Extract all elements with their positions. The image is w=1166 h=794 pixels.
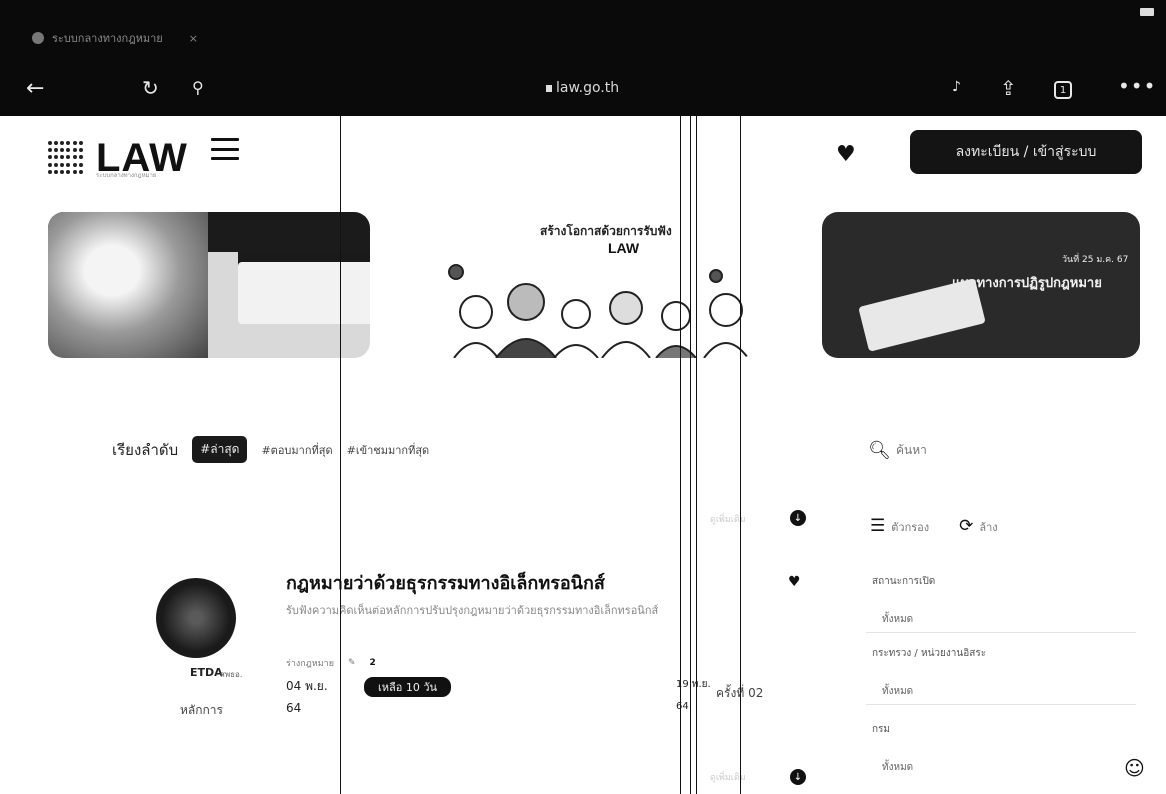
banner-2[interactable]: สร้างโอกาสด้วยการรับฟัง LAW: [436, 212, 756, 358]
menu-icon[interactable]: [211, 138, 239, 160]
sort-latest[interactable]: #ล่าสุด: [192, 436, 248, 463]
filter-department-label: กรม: [872, 724, 891, 735]
crowd-illustration: [448, 264, 749, 358]
sort-bar: เรียงลำดับ #ล่าสุด #ตอบมากที่สุด #เข้าชม…: [112, 436, 429, 463]
expand-icon-2[interactable]: ↓: [790, 769, 806, 785]
share-icon[interactable]: ⇪: [1000, 78, 1017, 98]
draft-count: 2: [369, 658, 376, 668]
open-year: 64: [286, 701, 302, 715]
principles-label: หลักการ: [180, 703, 223, 717]
draft-icon: ✎: [347, 658, 356, 668]
banner-2-title: สร้างโอกาสด้วยการรับฟัง: [540, 224, 672, 238]
url-text: law.go.th: [556, 80, 620, 96]
card-description: รับฟังความคิดเห็นต่อหลักการปรับปรุงกฎหมา…: [286, 604, 659, 617]
back-icon[interactable]: ←: [26, 78, 44, 100]
banner-3-badge: วันที่ 25 ม.ค. 67: [1062, 255, 1129, 265]
filter-row: ☰ ตัวกรอง ⟳ ล้าง: [870, 516, 998, 536]
browser-chrome: ระบบกลางทางกฎหมาย × ← ↻ ⚲ law.go.th ♪ ⇪ …: [0, 0, 1166, 116]
lock-icon: [546, 84, 552, 92]
search-icon[interactable]: 🔍︎: [868, 440, 891, 461]
open-date: 04 พ.ย.: [286, 679, 328, 693]
org-logo: ETDA: [190, 666, 223, 679]
search-input[interactable]: [896, 438, 1136, 462]
brand-tagline: ระบบกลางทางกฎหมาย: [96, 172, 157, 179]
site-logo[interactable]: LAW ระบบกลางทางกฎหมาย: [48, 136, 188, 181]
status-bar: [0, 0, 1166, 24]
filter-icon: ☰: [870, 516, 886, 536]
tab-title: ระบบกลางทางกฎหมาย: [52, 32, 163, 45]
reload-icon[interactable]: ↻: [142, 78, 159, 98]
tabs-icon[interactable]: 1: [1054, 81, 1072, 99]
banner-3[interactable]: วันที่ 25 ม.ค. 67 แนวทางการปฏิรูปกฎหมาย: [822, 212, 1140, 358]
sort-most-replies[interactable]: #ตอบมากที่สุด: [261, 441, 332, 459]
expand-icon[interactable]: ↓: [790, 510, 806, 526]
battery-icon: [1140, 8, 1154, 16]
browser-tab[interactable]: ระบบกลางทางกฎหมาย ×: [0, 24, 1166, 52]
banner-1[interactable]: [48, 212, 370, 358]
banner-1-text: [238, 262, 370, 324]
card-title[interactable]: กฎหมายว่าด้วยธุรกรรมทางอิเล็กทรอนิกส์: [286, 568, 605, 597]
banner-2-logo: LAW: [608, 240, 640, 256]
chat-icon[interactable]: ☺: [1124, 756, 1145, 780]
card-meta: ร่างกฎหมาย ✎ 2: [286, 656, 376, 670]
clear-button[interactable]: ⟳ ล้าง: [959, 516, 998, 536]
close-year: 64: [676, 701, 689, 712]
document-illustration: [858, 278, 986, 352]
deadline-badge: เหลือ 10 วัน: [364, 677, 452, 697]
translate-icon[interactable]: ⚲: [192, 80, 204, 96]
org-name: สพธอ.: [220, 670, 243, 679]
sort-most-views[interactable]: #เข้าชมมากที่สุด: [347, 441, 430, 459]
draft-label: ร่างกฎหมาย: [286, 659, 334, 669]
tab-close-icon[interactable]: ×: [189, 32, 198, 45]
more-icon[interactable]: •••: [1118, 76, 1156, 96]
refresh-icon: ⟳: [959, 516, 974, 536]
filter-ministry-label: กระทรวง / หน่วยงานอิสระ: [872, 648, 987, 659]
url-bar[interactable]: law.go.th: [546, 80, 619, 96]
banner-illustration: [48, 212, 208, 358]
favicon-icon: [32, 32, 44, 44]
org-avatar[interactable]: [156, 578, 236, 658]
filter-ministry-select[interactable]: ทั้งหมด: [872, 684, 913, 699]
browser-nav-bar: ← ↻ ⚲ law.go.th ♪ ⇪ 1 •••: [0, 68, 1166, 112]
sort-label: เรียงลำดับ: [112, 440, 179, 459]
close-date: 19 พ.ย.: [676, 679, 711, 690]
heart-icon[interactable]: ♥: [836, 142, 856, 167]
filter-department-select[interactable]: ทั้งหมด: [872, 760, 913, 775]
filter-status-select[interactable]: ทั้งหมด: [872, 612, 913, 627]
mic-icon[interactable]: ♪: [952, 80, 961, 94]
filter-status-label: สถานะการเปิด: [872, 576, 936, 587]
login-button[interactable]: ลงทะเบียน / เข้าสู่ระบบ: [910, 130, 1142, 174]
favorite-icon[interactable]: ♥: [788, 574, 801, 590]
dots-logo-icon: [48, 140, 84, 177]
filter-button[interactable]: ☰ ตัวกรอง: [870, 516, 929, 536]
